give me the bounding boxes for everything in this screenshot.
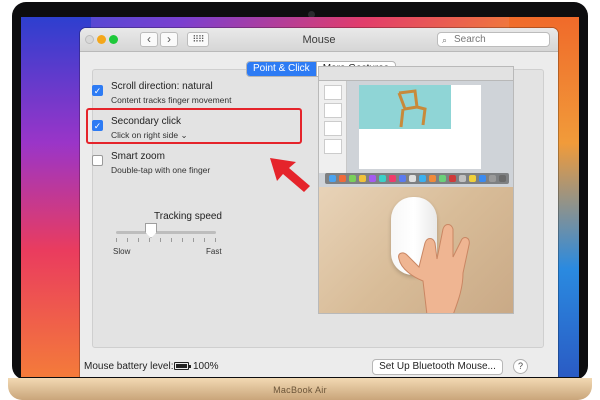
footer-bar: Mouse battery level: 100% Set Up Bluetoo… — [80, 359, 558, 377]
preview-thumbnail — [324, 85, 342, 100]
preview-screen: airs — [319, 67, 513, 187]
dock-app-icon — [439, 175, 446, 182]
dock-app-icon — [499, 175, 506, 182]
secondary-click-popup[interactable]: Click on right side ⌄ — [111, 130, 188, 141]
slider-tick — [127, 238, 128, 242]
slider-tick — [116, 238, 117, 242]
dock-app-icon — [489, 175, 496, 182]
dock-app-icon — [329, 175, 336, 182]
option-title: Scroll direction: natural — [111, 81, 213, 92]
option-subtitle: Click on right side — [111, 130, 179, 140]
slider-tick — [215, 238, 216, 242]
dock-app-icon — [469, 175, 476, 182]
dock-app-icon — [479, 175, 486, 182]
battery-label: Mouse battery level: — [84, 361, 174, 372]
slider-ticks — [116, 238, 216, 242]
battery-icon — [174, 362, 191, 370]
slider-max-label: Fast — [206, 247, 222, 256]
help-button[interactable]: ? — [513, 359, 528, 374]
slider-tick — [193, 238, 194, 242]
gesture-preview-video: airs — [318, 66, 514, 314]
title-bar: ‹ › ⠿⠿ Mouse ⌕ Search — [80, 28, 558, 52]
device-brand-label: MacBook Air — [273, 385, 327, 395]
dock-app-icon — [379, 175, 386, 182]
dock-app-icon — [339, 175, 346, 182]
slider-tick — [149, 238, 150, 242]
preview-thumbnail — [324, 103, 342, 118]
preview-hand-scene — [319, 187, 513, 313]
search-input[interactable]: ⌕ Search — [437, 32, 550, 47]
chair-illustration — [397, 89, 427, 128]
battery-percent: 100% — [193, 361, 219, 372]
dock-app-icon — [409, 175, 416, 182]
tab-point-and-click[interactable]: Point & Click — [247, 62, 316, 76]
slider-tick — [182, 238, 183, 242]
mouse-preferences-window: ‹ › ⠿⠿ Mouse ⌕ Search Point & Click More… — [80, 28, 558, 377]
option-subtitle: Double-tap with one finger — [111, 165, 211, 175]
setup-bluetooth-mouse-button[interactable]: Set Up Bluetooth Mouse... — [372, 359, 503, 375]
option-subtitle: Content tracks finger movement — [111, 95, 232, 105]
hand-illustration — [398, 224, 470, 313]
preview-dock — [325, 173, 509, 184]
preview-toolbar — [319, 67, 513, 81]
dock-app-icon — [359, 175, 366, 182]
red-arrow-icon — [270, 158, 310, 192]
dock-app-icon — [349, 175, 356, 182]
laptop: ‹ › ⠿⠿ Mouse ⌕ Search Point & Click More… — [0, 0, 600, 400]
search-icon: ⌕ — [442, 35, 448, 45]
slider-tick — [171, 238, 172, 242]
slider-tick — [160, 238, 161, 242]
dock-app-icon — [369, 175, 376, 182]
desktop: ‹ › ⠿⠿ Mouse ⌕ Search Point & Click More… — [21, 17, 579, 377]
secondary-click-checkbox[interactable]: ✓ — [92, 120, 103, 131]
chevron-down-icon: ⌄ — [180, 130, 188, 140]
dock-app-icon — [399, 175, 406, 182]
search-placeholder: Search — [454, 34, 486, 45]
dock-app-icon — [449, 175, 456, 182]
preview-thumbnail — [324, 139, 342, 154]
preview-heading: airs — [451, 107, 482, 126]
dock-app-icon — [419, 175, 426, 182]
preview-sidebar — [319, 81, 347, 173]
tracking-speed-slider[interactable] — [116, 231, 216, 234]
dock-app-icon — [389, 175, 396, 182]
scroll-direction-checkbox[interactable]: ✓ — [92, 85, 103, 96]
option-title: Smart zoom — [111, 151, 165, 162]
tracking-speed-label: Tracking speed — [154, 211, 222, 222]
preview-thumbnail — [324, 121, 342, 136]
slider-min-label: Slow — [113, 247, 131, 256]
option-title: Secondary click — [111, 116, 182, 127]
slider-tick — [138, 238, 139, 242]
dock-app-icon — [429, 175, 436, 182]
dock-app-icon — [459, 175, 466, 182]
slider-tick — [204, 238, 205, 242]
smart-zoom-checkbox[interactable] — [92, 155, 103, 166]
